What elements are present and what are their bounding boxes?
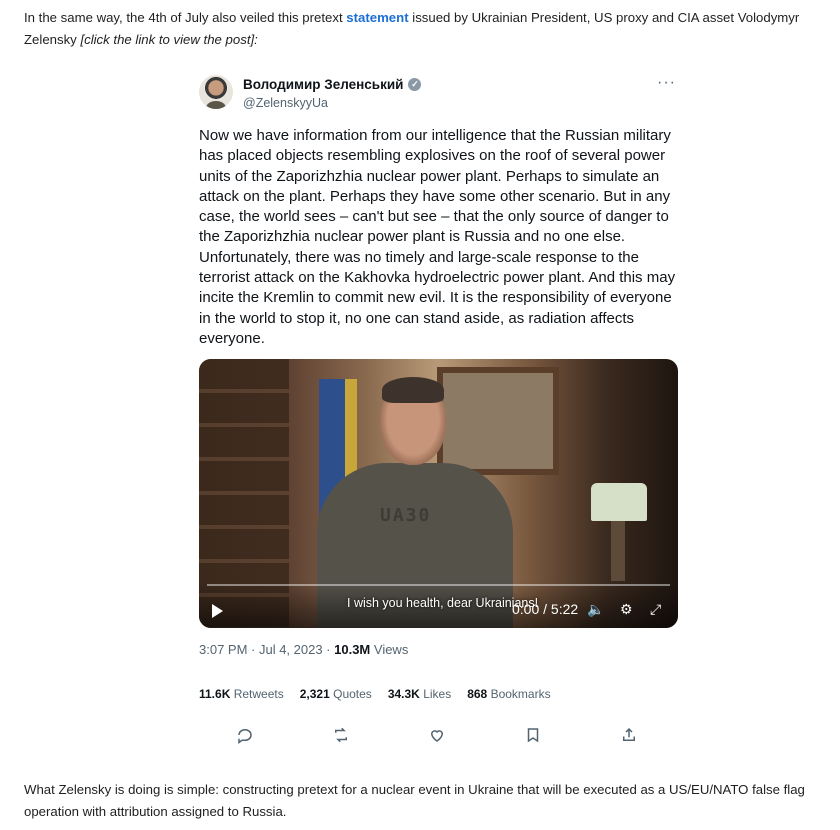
views-label: Views (370, 642, 409, 657)
video-bg-painting (437, 367, 559, 475)
author-name[interactable]: Володимир Зеленський (243, 77, 403, 92)
video-bg-lamp (591, 483, 647, 521)
fullscreen-icon[interactable]: ⤢ (650, 601, 661, 618)
video-progress-bar[interactable] (207, 584, 670, 586)
statement-link[interactable]: statement (346, 10, 408, 25)
tweet-timestamp[interactable]: 3:07 PM · Jul 4, 2023 · (199, 642, 334, 657)
views-count: 10.3M (334, 642, 371, 657)
intro-text: In the same way, the 4th of July also ve… (24, 10, 347, 25)
play-icon[interactable] (212, 604, 223, 618)
video-person-hair (382, 377, 444, 403)
embedded-tweet[interactable]: Володимир Зеленський ✓ @ZelenskyyUa ··· … (190, 64, 690, 754)
stat-label: Bookmarks (490, 687, 551, 701)
outro-paragraph: What Zelensky is doing is simple: constr… (24, 782, 805, 819)
tweet-meta: 3:07 PM · Jul 4, 2023 · 10.3M Views (199, 642, 408, 657)
like-icon[interactable] (428, 726, 452, 748)
stat-label: Likes (423, 687, 452, 701)
settings-icon[interactable]: ⚙ (620, 601, 633, 618)
share-icon[interactable] (620, 726, 644, 748)
stat-retweets[interactable]: 11.6K Retweets (199, 687, 284, 701)
stat-count: 868 (467, 687, 488, 701)
stat-bookmarks[interactable]: 868 Bookmarks (467, 687, 550, 701)
stat-label: Quotes (333, 687, 372, 701)
verified-icon: ✓ (408, 78, 422, 91)
intro-note: [click the link to view the post]: (80, 32, 258, 47)
stat-count: 34.3K (387, 687, 420, 701)
avatar[interactable] (199, 75, 233, 109)
reply-icon[interactable] (236, 726, 260, 748)
tweet-actions (199, 726, 679, 750)
tweet-text: Now we have information from our intelli… (199, 127, 676, 347)
stat-quotes[interactable]: 2,321 Quotes (300, 687, 372, 701)
retweet-icon[interactable] (332, 726, 356, 748)
stat-likes[interactable]: 34.3K Likes (388, 687, 451, 701)
video-caption: I wish you health, dear Ukrainians! (347, 596, 539, 610)
video-player[interactable]: UA30 I wish you health, dear Ukrainians!… (199, 359, 678, 628)
stat-count: 11.6K (199, 687, 231, 701)
stat-count: 2,321 (299, 687, 330, 701)
video-bg-lamp-base (611, 521, 625, 581)
author-row[interactable]: Володимир Зеленський ✓ (243, 77, 422, 92)
volume-icon[interactable]: 🔈 (587, 601, 604, 618)
bookmark-icon[interactable] (524, 726, 548, 748)
more-options-icon[interactable]: ··· (657, 74, 676, 92)
shirt-print: UA30 (380, 505, 432, 526)
stat-label: Retweets (233, 687, 284, 701)
author-handle[interactable]: @ZelenskyyUa (243, 96, 328, 110)
intro-paragraph: In the same way, the 4th of July also ve… (24, 7, 832, 51)
tweet-stats: 11.6K Retweets 2,321 Quotes 34.3K Likes … (199, 687, 551, 701)
video-time: 0:00 / 5:22 (512, 601, 579, 617)
